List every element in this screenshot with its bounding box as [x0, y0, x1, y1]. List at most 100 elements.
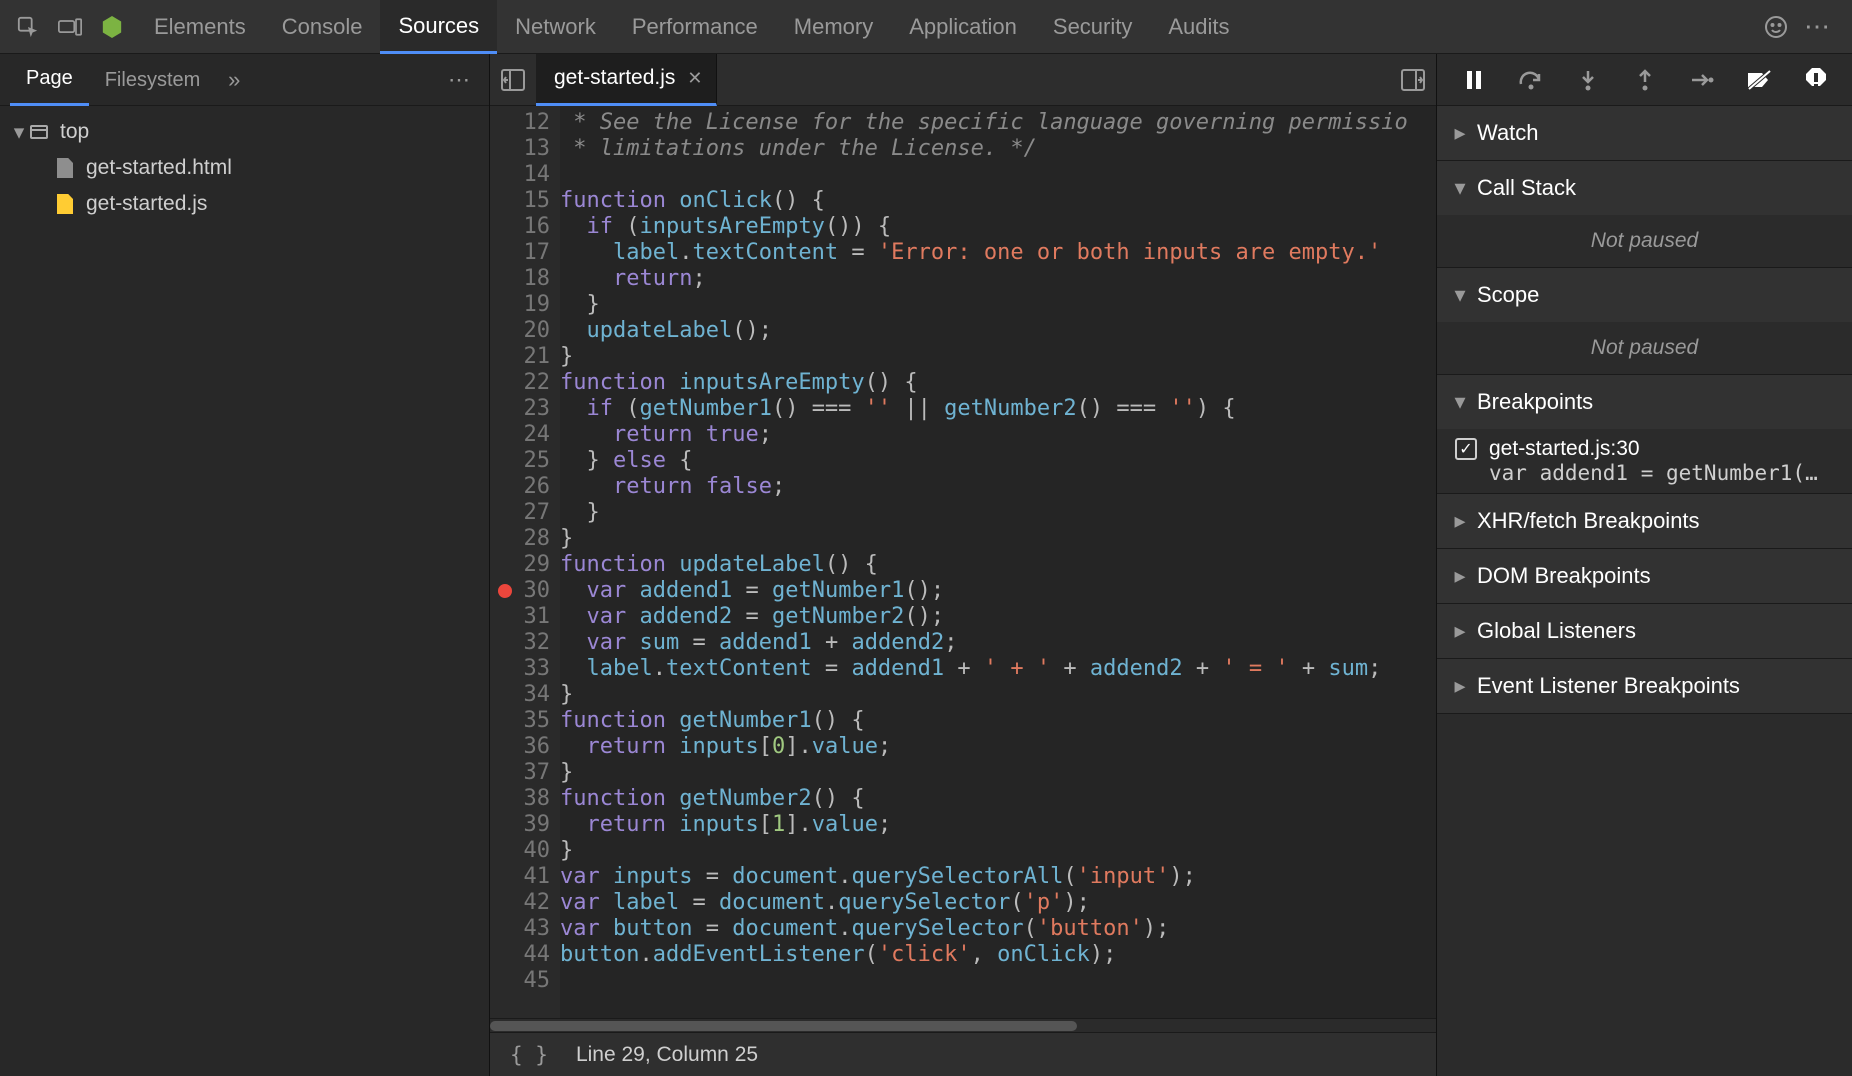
- code-line[interactable]: return;: [560, 266, 1436, 292]
- pause-on-exceptions-icon[interactable]: [1796, 60, 1836, 100]
- gutter-line[interactable]: 42: [490, 890, 550, 916]
- gutter-line[interactable]: 25: [490, 448, 550, 474]
- code-line[interactable]: var inputs = document.querySelectorAll('…: [560, 864, 1436, 890]
- code-line[interactable]: }: [560, 682, 1436, 708]
- gutter-line[interactable]: 29: [490, 552, 550, 578]
- panel-head-event[interactable]: ▸Event Listener Breakpoints: [1437, 659, 1852, 713]
- step-over-icon[interactable]: [1511, 60, 1551, 100]
- gutter-line[interactable]: 21: [490, 344, 550, 370]
- devtools-tab-application[interactable]: Application: [891, 0, 1035, 54]
- step-icon[interactable]: [1682, 60, 1722, 100]
- code-line[interactable]: * limitations under the License. */: [560, 136, 1436, 162]
- devtools-tab-console[interactable]: Console: [264, 0, 381, 54]
- gutter-line[interactable]: 17: [490, 240, 550, 266]
- step-into-icon[interactable]: [1568, 60, 1608, 100]
- node-icon[interactable]: [94, 9, 130, 45]
- code-line[interactable]: label.textContent = addend1 + ' + ' + ad…: [560, 656, 1436, 682]
- close-icon[interactable]: ✕: [687, 68, 702, 89]
- navigator-tab-filesystem[interactable]: Filesystem: [89, 54, 217, 106]
- code-line[interactable]: [560, 162, 1436, 188]
- breakpoint-item[interactable]: ✓get-started.js:30var addend1 = getNumbe…: [1437, 429, 1852, 493]
- code-line[interactable]: var addend1 = getNumber1();: [560, 578, 1436, 604]
- gutter-line[interactable]: 39: [490, 812, 550, 838]
- pretty-print-icon[interactable]: { }: [510, 1043, 548, 1067]
- devtools-tab-security[interactable]: Security: [1035, 0, 1150, 54]
- gutter-line[interactable]: 41: [490, 864, 550, 890]
- gutter-line[interactable]: 28: [490, 526, 550, 552]
- devtools-tab-network[interactable]: Network: [497, 0, 614, 54]
- inspect-element-icon[interactable]: [10, 9, 46, 45]
- gutter-line[interactable]: 36: [490, 734, 550, 760]
- panel-head-watch[interactable]: ▸Watch: [1437, 106, 1852, 160]
- panel-head-callstack[interactable]: ▾Call Stack: [1437, 161, 1852, 215]
- code-line[interactable]: }: [560, 292, 1436, 318]
- code-line[interactable]: var button = document.querySelector('but…: [560, 916, 1436, 942]
- code-line[interactable]: function inputsAreEmpty() {: [560, 370, 1436, 396]
- tree-frame-top[interactable]: ▾ top: [0, 114, 489, 150]
- code-line[interactable]: var label = document.querySelector('p');: [560, 890, 1436, 916]
- navigator-more-icon[interactable]: ⋯: [441, 67, 477, 93]
- horizontal-scrollbar[interactable]: [490, 1018, 1436, 1032]
- code-line[interactable]: return inputs[1].value;: [560, 812, 1436, 838]
- gutter-line[interactable]: 14: [490, 162, 550, 188]
- panel-head-scope[interactable]: ▾Scope: [1437, 268, 1852, 322]
- devtools-tab-elements[interactable]: Elements: [136, 0, 264, 54]
- code-line[interactable]: } else {: [560, 448, 1436, 474]
- code-line[interactable]: updateLabel();: [560, 318, 1436, 344]
- code-line[interactable]: if (inputsAreEmpty()) {: [560, 214, 1436, 240]
- panel-head-breakpoints[interactable]: ▾Breakpoints: [1437, 375, 1852, 429]
- gutter-line[interactable]: 35: [490, 708, 550, 734]
- gutter-line[interactable]: 40: [490, 838, 550, 864]
- code-editor[interactable]: 1213141516171819202122232425262728293031…: [490, 106, 1436, 1018]
- gutter-line[interactable]: 23: [490, 396, 550, 422]
- step-out-icon[interactable]: [1625, 60, 1665, 100]
- gutter-line[interactable]: 30: [490, 578, 550, 604]
- gutter-line[interactable]: 38: [490, 786, 550, 812]
- gutter-line[interactable]: 45: [490, 968, 550, 994]
- breakpoint-marker-icon[interactable]: [498, 584, 512, 598]
- gutter-line[interactable]: 33: [490, 656, 550, 682]
- gutter-line[interactable]: 32: [490, 630, 550, 656]
- code-line[interactable]: return inputs[0].value;: [560, 734, 1436, 760]
- gutter-line[interactable]: 12: [490, 110, 550, 136]
- code-line[interactable]: return false;: [560, 474, 1436, 500]
- gutter-line[interactable]: 24: [490, 422, 550, 448]
- editor-tab-get-started-js[interactable]: get-started.js ✕: [536, 54, 717, 106]
- feedback-smiley-icon[interactable]: [1758, 9, 1794, 45]
- tree-file-get-started-html[interactable]: get-started.html: [0, 150, 489, 186]
- code-line[interactable]: var addend2 = getNumber2();: [560, 604, 1436, 630]
- gutter-line[interactable]: 44: [490, 942, 550, 968]
- code-line[interactable]: * See the License for the specific langu…: [560, 110, 1436, 136]
- code-line[interactable]: return true;: [560, 422, 1436, 448]
- devtools-tab-memory[interactable]: Memory: [776, 0, 891, 54]
- code-line[interactable]: [560, 968, 1436, 994]
- code-line[interactable]: }: [560, 526, 1436, 552]
- gutter-line[interactable]: 13: [490, 136, 550, 162]
- code-line[interactable]: label.textContent = 'Error: one or both …: [560, 240, 1436, 266]
- panel-head-dom[interactable]: ▸DOM Breakpoints: [1437, 549, 1852, 603]
- code-line[interactable]: function onClick() {: [560, 188, 1436, 214]
- line-gutter[interactable]: 1213141516171819202122232425262728293031…: [490, 106, 560, 1018]
- toggle-debugger-icon[interactable]: [1390, 54, 1436, 106]
- gutter-line[interactable]: 43: [490, 916, 550, 942]
- devtools-tab-performance[interactable]: Performance: [614, 0, 776, 54]
- device-mode-icon[interactable]: [52, 9, 88, 45]
- gutter-line[interactable]: 22: [490, 370, 550, 396]
- gutter-line[interactable]: 19: [490, 292, 550, 318]
- code-line[interactable]: button.addEventListener('click', onClick…: [560, 942, 1436, 968]
- code-area[interactable]: * See the License for the specific langu…: [560, 106, 1436, 1018]
- panel-head-global[interactable]: ▸Global Listeners: [1437, 604, 1852, 658]
- code-line[interactable]: function updateLabel() {: [560, 552, 1436, 578]
- devtools-tab-audits[interactable]: Audits: [1150, 0, 1247, 54]
- gutter-line[interactable]: 20: [490, 318, 550, 344]
- gutter-line[interactable]: 18: [490, 266, 550, 292]
- navigator-tab-page[interactable]: Page: [10, 54, 89, 106]
- gutter-line[interactable]: 31: [490, 604, 550, 630]
- chevrons-icon[interactable]: »: [216, 67, 252, 93]
- gutter-line[interactable]: 15: [490, 188, 550, 214]
- code-line[interactable]: }: [560, 838, 1436, 864]
- devtools-tab-sources[interactable]: Sources: [380, 0, 497, 54]
- gutter-line[interactable]: 37: [490, 760, 550, 786]
- panel-head-xhr[interactable]: ▸XHR/fetch Breakpoints: [1437, 494, 1852, 548]
- code-line[interactable]: function getNumber1() {: [560, 708, 1436, 734]
